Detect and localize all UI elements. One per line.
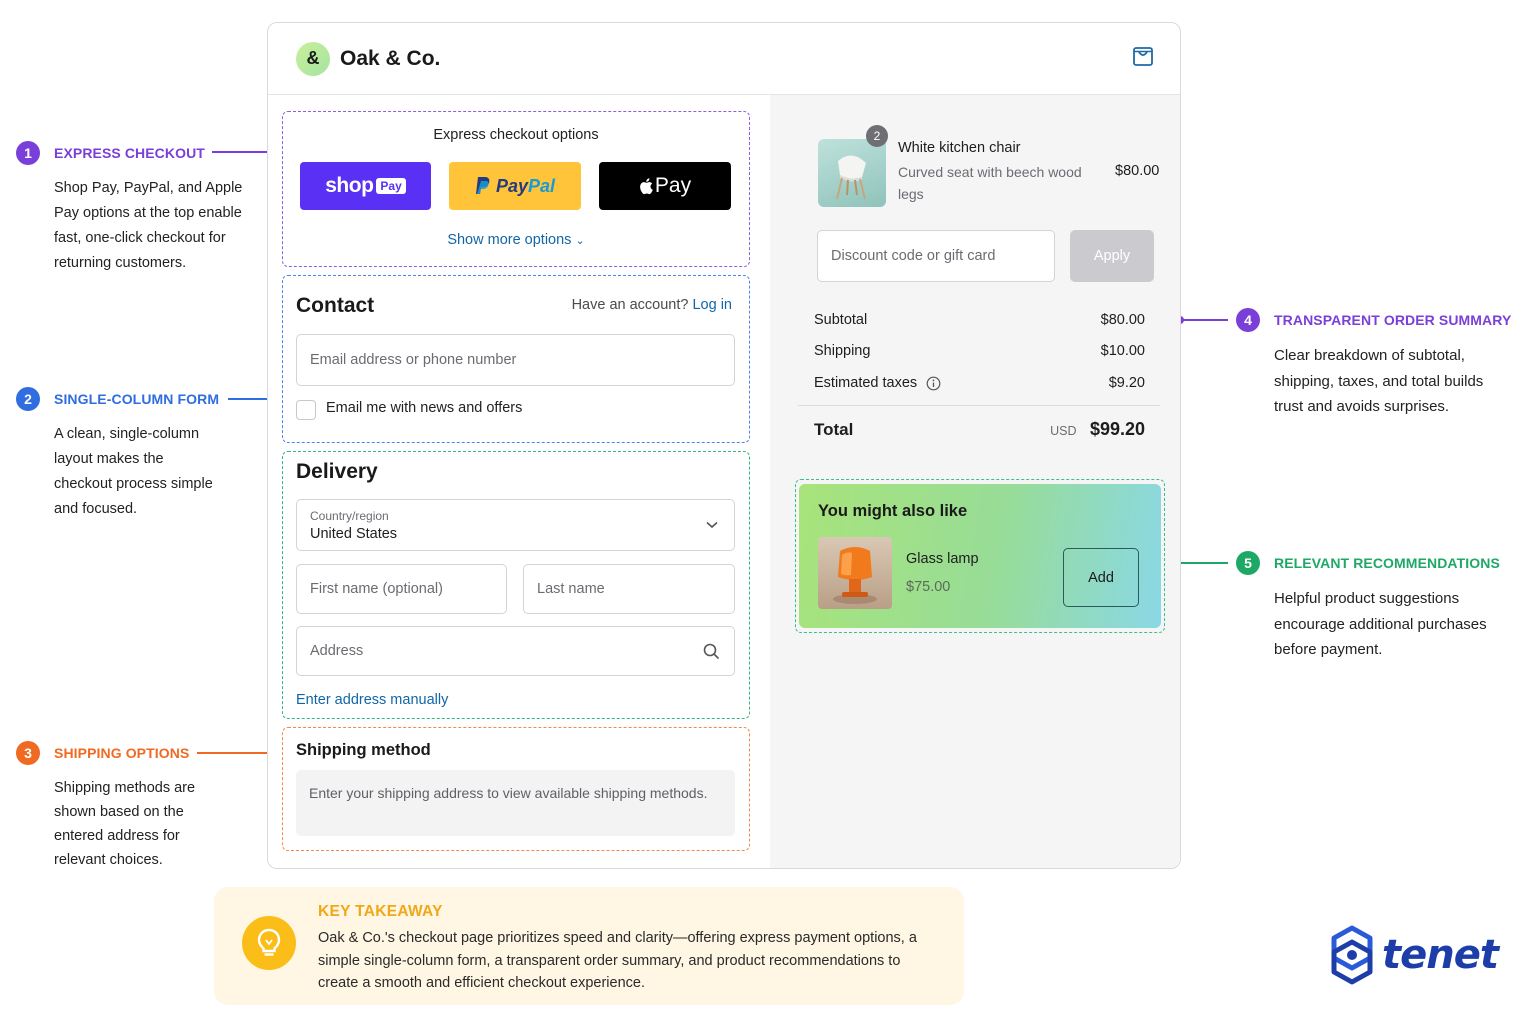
shipping-label: Shipping <box>814 343 871 359</box>
total-label: Total <box>814 420 854 439</box>
shipping-row: Shipping $10.00 <box>814 343 1145 359</box>
apply-button[interactable]: Apply <box>1070 230 1154 282</box>
country-value: United States <box>310 525 398 542</box>
taxes-row: Estimated taxes $9.20 <box>814 375 1145 391</box>
delivery-title: Delivery <box>296 460 378 483</box>
shipping-method-title: Shipping method <box>296 741 431 759</box>
info-icon[interactable] <box>926 376 941 391</box>
checkout-header: & Oak & Co. <box>268 23 1180 95</box>
show-more-options-link[interactable]: Show more options ⌄ <box>282 232 750 248</box>
address-field[interactable]: Address <box>296 626 735 676</box>
apple-pay-button[interactable]: Pay <box>599 162 731 210</box>
total-row: Total USD $99.20 <box>814 419 1145 440</box>
contact-title: Contact <box>296 294 375 317</box>
shop-pay-word: shop <box>325 174 374 197</box>
shopping-bag-icon[interactable] <box>1132 45 1154 72</box>
item-price: $80.00 <box>1115 163 1160 179</box>
annotation-body: Helpful product suggestions encourage ad… <box>1274 590 1487 658</box>
key-takeaway-title: KEY TAKEAWAY <box>318 903 443 920</box>
subtotal-label: Subtotal <box>814 312 868 328</box>
subtotal-row: Subtotal $80.00 <box>814 312 1145 328</box>
summary-divider <box>798 405 1160 406</box>
annotation-body: Shipping methods are shown based on the … <box>54 780 196 868</box>
shipping-value: $10.00 <box>1100 343 1145 359</box>
annotation-single-column-form: 2 SINGLE-COLUMN FORM A clean, single-col… <box>16 386 251 522</box>
annotation-recommendations: 5 RELEVANT RECOMMENDATIONS Helpful produ… <box>1236 550 1526 663</box>
annotation-title: TRANSPARENT ORDER SUMMARY <box>1274 312 1512 328</box>
newsletter-checkbox[interactable] <box>296 400 316 420</box>
total-amount-wrap: USD $99.20 <box>1050 419 1145 440</box>
express-checkout-title: Express checkout options <box>433 127 599 143</box>
recommendation-title: You might also like <box>818 502 968 520</box>
annotation-number: 3 <box>16 741 40 765</box>
country-label: Country/region <box>310 508 389 523</box>
annotation-order-summary: 4 TRANSPARENT ORDER SUMMARY Clear breakd… <box>1236 307 1526 420</box>
add-recommendation-button[interactable]: Add <box>1063 548 1139 607</box>
annotation-number: 2 <box>16 387 40 411</box>
country-select[interactable]: Country/region United States <box>296 499 735 551</box>
email-field[interactable]: Email address or phone number <box>296 334 735 386</box>
annotation-shipping-options: 3 SHIPPING OPTIONS Shipping methods are … <box>16 740 251 872</box>
shop-pay-badge: Pay <box>376 178 406 194</box>
lightbulb-icon <box>242 916 296 970</box>
apple-pay-word: Pay <box>654 174 692 197</box>
search-icon <box>703 643 720 660</box>
brand-name[interactable]: Oak & Co. <box>340 47 440 71</box>
apple-logo-icon <box>640 178 653 195</box>
have-account-text: Have an account? <box>571 297 689 313</box>
tenet-wordmark: tenet <box>1382 932 1499 978</box>
paypal-icon <box>475 177 490 194</box>
total-currency: USD <box>1050 424 1077 438</box>
annotation-number: 4 <box>1236 308 1260 332</box>
taxes-label-wrap: Estimated taxes <box>814 375 941 391</box>
chevron-down-icon <box>706 521 718 529</box>
discount-code-field[interactable]: Discount code or gift card <box>817 230 1055 282</box>
connector-line <box>1176 316 1228 324</box>
shop-pay-button[interactable]: shop Pay <box>300 162 431 210</box>
paypal-word-b: Pal <box>528 175 556 196</box>
recommendation-name: Glass lamp <box>906 551 979 567</box>
annotation-express-checkout: 1 EXPRESS CHECKOUT Shop Pay, PayPal, and… <box>16 140 251 276</box>
tenet-mark-icon <box>1331 925 1373 985</box>
annotation-title: SINGLE-COLUMN FORM <box>54 391 220 407</box>
shipping-method-note: Enter your shipping address to view avai… <box>296 770 735 836</box>
quantity-badge: 2 <box>866 125 888 147</box>
item-description: Curved seat with beech wood legs <box>898 164 1082 202</box>
checkout-window: & Oak & Co. Express checkout options sho… <box>267 22 1181 869</box>
brand-logo-icon[interactable]: & <box>296 41 330 76</box>
show-more-options-label: Show more options <box>447 232 572 248</box>
item-name: White kitchen chair <box>898 140 1021 156</box>
annotation-body: Clear breakdown of subtotal, shipping, t… <box>1274 347 1484 415</box>
paypal-word-a: Pay <box>495 175 528 196</box>
subtotal-value: $80.00 <box>1100 312 1145 328</box>
paypal-button[interactable]: Pay Pal <box>449 162 581 210</box>
annotation-body: A clean, single-column layout makes the … <box>54 426 213 517</box>
key-takeaway-box: KEY TAKEAWAY Oak & Co.'s checkout page p… <box>214 887 964 1005</box>
annotation-title: SHIPPING OPTIONS <box>54 745 190 761</box>
newsletter-label: Email me with news and offers <box>326 400 523 416</box>
lamp-thumbnail <box>818 537 892 609</box>
annotation-number: 1 <box>16 141 40 165</box>
annotation-number: 5 <box>1236 551 1260 575</box>
last-name-field[interactable]: Last name <box>523 564 735 614</box>
tenet-logo: tenet <box>1324 924 1499 986</box>
annotation-title: RELEVANT RECOMMENDATIONS <box>1274 555 1500 571</box>
account-prompt: Have an account? Log in <box>572 297 732 313</box>
taxes-value: $9.20 <box>1108 375 1145 391</box>
total-value: $99.20 <box>1089 419 1145 439</box>
chair-image <box>836 155 866 200</box>
lamp-image <box>833 547 877 604</box>
key-takeaway-body: Oak & Co.'s checkout page prioritizes sp… <box>318 930 917 991</box>
chair-thumbnail <box>818 139 886 207</box>
taxes-label: Estimated taxes <box>814 375 918 391</box>
address-placeholder: Address <box>310 643 364 659</box>
first-name-field[interactable]: First name (optional) <box>296 564 507 614</box>
chevron-down-icon: ⌄ <box>575 235 585 247</box>
log-in-link[interactable]: Log in <box>692 297 732 313</box>
annotation-body: Shop Pay, PayPal, and Apple Pay options … <box>54 180 243 271</box>
enter-address-manually-link[interactable]: Enter address manually <box>296 692 448 708</box>
annotation-title: EXPRESS CHECKOUT <box>54 145 205 161</box>
recommendation-price: $75.00 <box>906 579 951 595</box>
